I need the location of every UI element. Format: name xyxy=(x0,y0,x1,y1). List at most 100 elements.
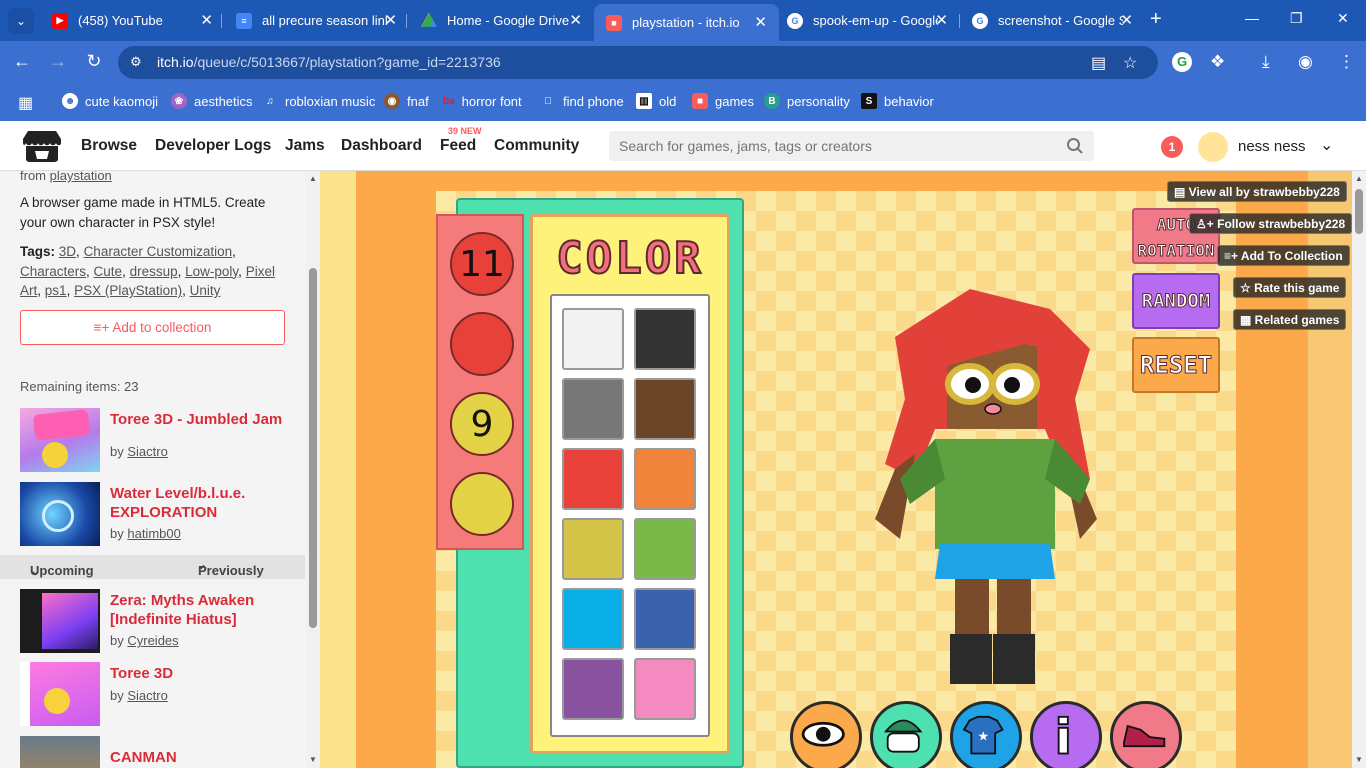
tab-google-screenshot[interactable]: G screenshot - Google S ✕ xyxy=(960,6,1145,35)
minimize-icon[interactable]: — xyxy=(1245,10,1259,26)
nav-dashboard[interactable]: Dashboard xyxy=(341,137,422,155)
bookmark-horror-font[interactable]: ba horror font xyxy=(443,93,522,109)
from-link[interactable]: playstation xyxy=(50,171,112,183)
menu-kebab-icon[interactable]: ⋮ xyxy=(1338,52,1355,72)
nav-community[interactable]: Community xyxy=(494,137,579,155)
list-item[interactable]: CANMAN xyxy=(20,736,305,768)
tag-link[interactable]: 3D xyxy=(59,244,76,259)
color-slot-button[interactable]: 11 xyxy=(450,232,514,296)
rate-game-button[interactable]: ☆ Rate this game xyxy=(1233,277,1347,298)
tab-docs[interactable]: ≡ all precure season link ✕ xyxy=(224,6,409,35)
bookmark-fnaf[interactable]: ◉ fnaf xyxy=(384,93,429,109)
search-icon[interactable] xyxy=(1066,137,1084,155)
character-model[interactable] xyxy=(875,289,1110,689)
chevron-down-icon[interactable]: ⌄ xyxy=(1320,135,1333,155)
color-swatch[interactable] xyxy=(634,448,696,510)
color-swatch[interactable] xyxy=(562,448,624,510)
apps-grid-icon[interactable]: ▦ xyxy=(18,93,33,113)
color-swatch[interactable] xyxy=(634,308,696,370)
add-to-collection-overlay-button[interactable]: ≡+ Add To Collection xyxy=(1217,245,1350,266)
tab-youtube[interactable]: ▶ (458) YouTube ✕ xyxy=(40,6,225,35)
close-tab-icon[interactable]: ✕ xyxy=(200,11,213,29)
color-swatch[interactable] xyxy=(634,658,696,720)
tag-link[interactable]: ps1 xyxy=(45,283,67,298)
tag-link[interactable]: Cute xyxy=(94,264,123,279)
reload-icon[interactable]: ↻ xyxy=(82,51,106,72)
game-embed[interactable]: 11 9 COLOR AUTO ROTATION RANDOM RESET ▤ … xyxy=(320,171,1366,768)
page-scrollbar[interactable]: ▲ ▼ xyxy=(1352,171,1366,768)
tag-link[interactable]: Character Customization xyxy=(84,244,233,259)
bookmark-games[interactable]: ■ games xyxy=(692,93,754,109)
game-thumbnail[interactable] xyxy=(20,662,100,726)
color-slot-button[interactable] xyxy=(450,472,514,536)
clothing-category-button[interactable]: ★ xyxy=(950,701,1022,768)
color-swatch[interactable] xyxy=(634,378,696,440)
close-tab-icon[interactable]: ✕ xyxy=(384,11,397,29)
bookmark-personality[interactable]: Bpersonality xyxy=(764,93,850,109)
color-swatch[interactable] xyxy=(634,588,696,650)
shoes-category-button[interactable] xyxy=(1110,701,1182,768)
profile-icon[interactable]: ◉ xyxy=(1298,52,1313,72)
extensions-icon[interactable]: ❖ xyxy=(1210,52,1225,72)
scroll-thumb[interactable] xyxy=(1355,189,1363,234)
game-thumbnail[interactable] xyxy=(20,482,100,546)
bookmark-old[interactable]: ▥ old xyxy=(636,93,676,109)
game-title[interactable]: Toree 3D xyxy=(110,664,300,683)
random-button[interactable]: RANDOM xyxy=(1132,273,1220,329)
list-item[interactable]: Zera: Myths Awaken [Indefinite Hiatus] b… xyxy=(20,589,305,653)
color-slot-button[interactable] xyxy=(450,312,514,376)
close-tab-icon[interactable]: ✕ xyxy=(935,11,948,29)
install-app-icon[interactable]: ▤ xyxy=(1091,53,1106,73)
username[interactable]: ness ness xyxy=(1238,138,1306,155)
color-swatch[interactable] xyxy=(562,518,624,580)
list-item[interactable]: Toree 3D - Jumbled Jam by Siactro xyxy=(20,408,305,472)
eye-category-button[interactable] xyxy=(790,701,862,768)
tag-link[interactable]: PSX (PlayStation) xyxy=(74,283,182,298)
bookmark-behavior[interactable]: Sbehavior xyxy=(861,93,934,109)
sidebar-scrollbar[interactable]: ▲ ▼ xyxy=(306,171,320,768)
game-title[interactable]: Water Level/b.l.u.e. EXPLORATION xyxy=(110,484,300,522)
bookmark-aesthetics[interactable]: ❀ aesthetics xyxy=(171,93,253,109)
tag-link[interactable]: Characters xyxy=(20,264,86,279)
close-window-icon[interactable]: ✕ xyxy=(1337,10,1349,27)
tab-itch-active[interactable]: ■ playstation - itch.io ✕ xyxy=(594,4,779,41)
accessory-category-button[interactable] xyxy=(870,701,942,768)
nav-jams[interactable]: Jams xyxy=(285,137,325,155)
game-thumbnail[interactable] xyxy=(20,408,100,472)
close-tab-icon[interactable]: ✕ xyxy=(1120,11,1133,29)
tag-link[interactable]: Unity xyxy=(190,283,221,298)
grammarly-icon[interactable]: G xyxy=(1172,52,1192,72)
nav-browse[interactable]: Browse xyxy=(81,137,137,155)
related-games-button[interactable]: ▦ Related games xyxy=(1233,309,1347,330)
color-swatch[interactable] xyxy=(634,518,696,580)
color-swatch[interactable] xyxy=(562,588,624,650)
close-tab-icon[interactable]: ✕ xyxy=(569,11,582,29)
bookmark-find-phone[interactable]: find phone xyxy=(540,93,623,109)
maximize-icon[interactable]: ❐ xyxy=(1290,10,1303,27)
color-swatch[interactable] xyxy=(562,658,624,720)
avatar[interactable] xyxy=(1198,132,1228,162)
tag-link[interactable]: Low-poly xyxy=(185,264,238,279)
notification-badge[interactable]: 1 xyxy=(1161,136,1183,158)
address-bar[interactable]: ⚙ itch.io/queue/c/5013667/playstation?ga… xyxy=(118,46,1158,79)
tab-google-spook[interactable]: G spook-em-up - Google ✕ xyxy=(775,6,960,35)
url-text[interactable]: itch.io/queue/c/5013667/playstation?game… xyxy=(157,54,501,70)
game-thumbnail[interactable] xyxy=(20,589,100,653)
nav-feed[interactable]: Feed xyxy=(440,137,476,155)
add-to-collection-button[interactable]: ≡+ Add to collection xyxy=(20,310,285,345)
new-tab-icon[interactable]: + xyxy=(1150,8,1162,31)
tab-search-chevron-icon[interactable]: ⌄ xyxy=(8,8,34,34)
tab-drive[interactable]: Home - Google Drive ✕ xyxy=(409,6,594,35)
search-input[interactable] xyxy=(609,131,1094,161)
color-slot-button[interactable]: 9 xyxy=(450,392,514,456)
game-thumbnail[interactable] xyxy=(20,736,100,768)
color-swatch[interactable] xyxy=(562,308,624,370)
bookmark-cute-kaomoji[interactable]: ☻ cute kaomoji xyxy=(62,93,158,109)
itch-logo-icon[interactable] xyxy=(22,129,62,163)
forward-icon[interactable]: → xyxy=(46,51,70,72)
game-title[interactable]: CANMAN xyxy=(110,748,300,767)
game-title[interactable]: Toree 3D - Jumbled Jam xyxy=(110,410,300,429)
color-swatch[interactable] xyxy=(562,378,624,440)
reset-button[interactable]: RESET xyxy=(1132,337,1220,393)
list-item[interactable]: Toree 3D by Siactro xyxy=(20,662,305,726)
